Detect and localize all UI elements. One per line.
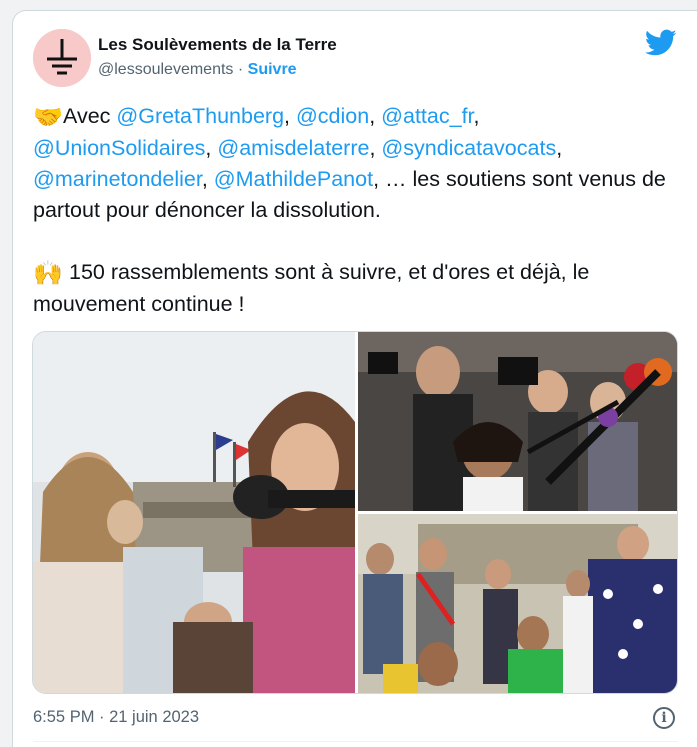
- photo-image: [33, 332, 355, 693]
- info-icon[interactable]: i: [653, 707, 675, 729]
- tweet-card: Les Soulèvements de la Terre @lessouleve…: [12, 10, 697, 747]
- media-grid: [32, 331, 678, 694]
- mention-link[interactable]: @UnionSolidaires: [33, 136, 205, 160]
- text-separator: ,: [556, 136, 569, 160]
- photo-image: [358, 332, 677, 511]
- follow-button[interactable]: Suivre: [248, 61, 297, 78]
- photo-speaker-microphone[interactable]: [33, 332, 355, 693]
- text-separator: ,: [369, 136, 382, 160]
- twitter-bird-icon[interactable]: [645, 29, 677, 57]
- mention-link[interactable]: @attac_fr: [381, 104, 473, 128]
- handshake-emoji: 🤝: [33, 104, 63, 131]
- mention-link[interactable]: @syndicatavocats: [381, 136, 556, 160]
- handle-separator: ·: [237, 61, 244, 78]
- text-separator: ,: [369, 104, 382, 128]
- mention-link[interactable]: @amisdelaterre: [217, 136, 369, 160]
- text-separator: ,: [473, 104, 486, 128]
- tweet-timestamp[interactable]: 6:55 PM · 21 juin 2023: [33, 708, 199, 727]
- photo-press-scrum[interactable]: [358, 332, 677, 511]
- mention-link[interactable]: @GretaThunberg: [116, 104, 284, 128]
- mention-link[interactable]: @MathildePanot: [214, 167, 373, 191]
- divider: [33, 741, 678, 742]
- author-name[interactable]: Les Soulèvements de la Terre: [98, 35, 337, 55]
- raised-hands-emoji: 🙌: [33, 260, 63, 287]
- text-separator: ,: [205, 136, 218, 160]
- text-separator: ,: [201, 167, 214, 191]
- mention-link[interactable]: @marinetondelier: [33, 167, 202, 191]
- tweet-text: 🤝Avec @GretaThunberg, @cdion, @attac_fr,…: [33, 101, 673, 320]
- earth-ground-icon: [33, 29, 91, 87]
- photo-crowd-sitting[interactable]: [358, 514, 677, 693]
- mention-link[interactable]: @cdion: [296, 104, 369, 128]
- avatar[interactable]: [33, 29, 91, 87]
- photo-image: [358, 514, 677, 693]
- text-lead: Avec: [63, 104, 117, 128]
- author-handle[interactable]: @lessoulevements: [98, 61, 233, 78]
- text-paragraph2: 150 rassemblements sont à suivre, et d'o…: [33, 260, 596, 316]
- author-handle-line: @lessoulevements · Suivre: [98, 61, 297, 79]
- text-separator: ,: [284, 104, 296, 128]
